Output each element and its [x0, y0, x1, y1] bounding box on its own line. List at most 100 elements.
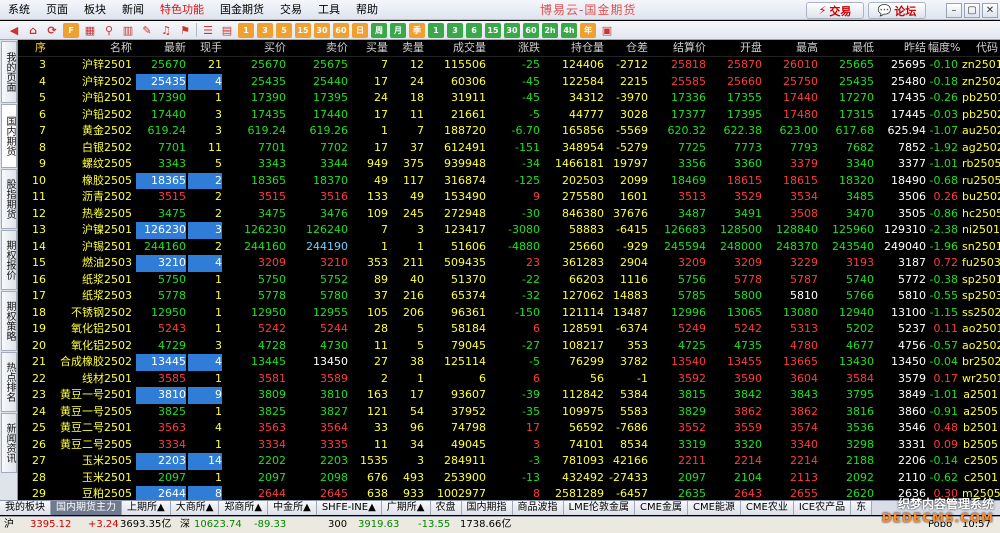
table-row[interactable]: 11 沥青2502 3515 2 3515 3516 133 49 153490 9 275580 1… — [18, 189, 1000, 206]
menu-trade[interactable]: 交易 — [272, 0, 310, 20]
column-header-code[interactable]: 代码 — [962, 40, 998, 57]
column-header-pct[interactable]: 幅度% — [928, 40, 960, 57]
menu-help[interactable]: 帮助 — [348, 0, 386, 20]
period-day-button[interactable]: 日 — [352, 22, 368, 38]
column-header-seq[interactable]: 序 — [22, 40, 46, 57]
column-header-last[interactable]: 最新 — [136, 40, 186, 57]
table-row[interactable]: 29 豆粕2505 2644 8 2644 2645 638 933 1002977 8 25812… — [18, 486, 1000, 500]
table-row[interactable]: 19 氧化铝2501 5243 1 5242 5244 28 5 58184 6 128591 -63… — [18, 321, 1000, 338]
minute-chart-icon[interactable]: ▤ — [219, 23, 235, 38]
table-row[interactable]: 13 沪镍2501 126230 3 126230 126240 7 3 123417 -3080… — [18, 222, 1000, 239]
period-30s-button[interactable]: 30 — [504, 22, 520, 38]
table-row[interactable]: 12 热卷2505 3475 2 3475 3476 109 245 272948 -30 8463… — [18, 206, 1000, 223]
period-4h-button[interactable]: 4h — [561, 22, 577, 38]
period-15s-button[interactable]: 15 — [485, 22, 501, 38]
column-header-cur[interactable]: 现手 — [188, 40, 222, 57]
f10-icon[interactable]: F — [63, 22, 79, 38]
bars-icon[interactable]: ▥ — [120, 23, 136, 38]
table-row[interactable]: 14 沪锡2501 244160 2 244160 244190 1 1 51606 -4880 2… — [18, 239, 1000, 256]
minimize-button[interactable]: – — [946, 3, 962, 18]
column-header-ask[interactable]: 卖价 — [290, 40, 348, 57]
tab-index-futures[interactable]: 股指期货 — [1, 169, 17, 229]
period-2h-button[interactable]: 2h — [542, 22, 558, 38]
period-3m-button[interactable]: 3 — [257, 22, 273, 38]
period-30m-button[interactable]: 30 — [314, 22, 330, 38]
table-row[interactable]: 10 橡胶2505 18365 2 18365 18370 49 117 316874 -125 2… — [18, 172, 1000, 189]
period-year-button[interactable]: 年 — [580, 22, 596, 38]
table-row[interactable]: 4 沪锌2502 25435 4 25435 25440 17 24 60306 -45 12258… — [18, 73, 1000, 90]
calculator-icon[interactable]: ▣ — [599, 23, 615, 38]
menu-features[interactable]: 特色功能 — [152, 0, 212, 20]
table-row[interactable]: 15 燃油2503 3210 4 3209 3210 353 211 509435 23 36128… — [18, 255, 1000, 272]
period-quarter-button[interactable]: 季 — [409, 22, 425, 38]
menu-sector[interactable]: 板块 — [76, 0, 114, 20]
bottom-tab-11[interactable]: LME伦敦金属 — [563, 501, 636, 515]
bottom-tab-12[interactable]: CME金属 — [635, 501, 688, 515]
bottom-tab-14[interactable]: CME农业 — [740, 501, 794, 515]
table-row[interactable]: 21 合成橡胶2502 13445 4 13445 13450 27 38 125114 -5 76… — [18, 354, 1000, 371]
tab-option-strategy[interactable]: 期权策略 — [1, 291, 17, 351]
bottom-tab-3[interactable]: 大商所▲ — [170, 501, 220, 515]
tab-news[interactable]: 新闻资讯 — [1, 413, 17, 473]
period-6s-button[interactable]: 6 — [466, 22, 482, 38]
bottom-tab-0[interactable]: 我的板块 — [0, 501, 51, 515]
tab-my-pages[interactable]: 我的页面 — [1, 41, 17, 103]
menu-system[interactable]: 系统 — [0, 0, 38, 20]
menu-tools[interactable]: 工具 — [310, 0, 348, 20]
table-row[interactable]: 6 沪铅2502 17440 3 17435 17440 17 11 21661 -5 44777 3… — [18, 107, 1000, 124]
menu-page[interactable]: 页面 — [38, 0, 76, 20]
table-row[interactable]: 5 沪铅2501 17390 1 17390 17395 24 18 31911 -45 34312… — [18, 90, 1000, 107]
bottom-tab-6[interactable]: SHFE-INE▲ — [316, 501, 382, 515]
menu-broker[interactable]: 国金期货 — [212, 0, 272, 20]
table-row[interactable]: 8 白银2502 7701 11 7701 7702 17 37 612491 -151 34895… — [18, 140, 1000, 157]
bottom-tab-2[interactable]: 上期所▲ — [122, 501, 171, 515]
table-row[interactable]: 25 黄豆二号2501 3563 4 3563 3564 33 96 74798 17 56592-… — [18, 420, 1000, 437]
column-header-open[interactable]: 开盘 — [708, 40, 762, 57]
table-row[interactable]: 27 玉米2505 2203 14 2202 2203 1535 3 284911 -3 78109… — [18, 453, 1000, 470]
table-row[interactable]: 22 线材2501 3585 1 3581 3589 2 1 6 6 56 -1 3592 3590 360… — [18, 371, 1000, 388]
back-icon[interactable]: ◀ — [6, 23, 22, 38]
period-1m-button[interactable]: 1 — [238, 22, 254, 38]
period-60s-button[interactable]: 60 — [523, 22, 539, 38]
maximize-button[interactable]: ▢ — [964, 3, 980, 18]
bottom-tab-7[interactable]: 广期所▲ — [381, 501, 431, 515]
quote-list-icon[interactable]: ☰ — [200, 23, 216, 38]
bottom-tab-9[interactable]: 国内期指 — [461, 501, 513, 515]
table-row[interactable]: 23 黄豆一号2501 3810 9 3809 3810 163 17 93607 -39 1128… — [18, 387, 1000, 404]
column-header-bidv[interactable]: 买量 — [352, 40, 388, 57]
period-60m-button[interactable]: 60 — [333, 22, 349, 38]
column-header-pre[interactable]: 昨结 — [868, 40, 926, 57]
period-15m-button[interactable]: 15 — [295, 22, 311, 38]
period-week-button[interactable]: 周 — [371, 22, 387, 38]
bottom-tab-16[interactable]: 东 — [851, 501, 873, 515]
table-row[interactable]: 3 沪锌2501 25670 21 25670 25675 7 12 115506 -25 1244… — [18, 57, 1000, 74]
bottom-tab-8[interactable]: 农盘 — [430, 501, 462, 515]
close-button[interactable]: ✕ — [982, 3, 998, 18]
refresh-icon[interactable]: ⟳ — [44, 23, 60, 38]
column-header-vol[interactable]: 成交量 — [426, 40, 486, 57]
bell-icon[interactable]: ♫ — [158, 23, 174, 38]
tab-option-quotes[interactable]: 期权报价 — [1, 230, 17, 290]
table-row[interactable]: 7 黄金2502 619.24 3 619.24 619.26 1 7 188720 -6.70 1… — [18, 123, 1000, 140]
table-row[interactable]: 24 黄豆一号2505 3825 1 3825 3827 121 54 37952 -35 1099… — [18, 404, 1000, 421]
column-header-bid[interactable]: 买价 — [228, 40, 286, 57]
home-icon[interactable]: ⌂ — [25, 23, 41, 38]
table-row[interactable]: 18 不锈钢2502 12950 1 12950 12955 105 206 96361 -150… — [18, 305, 1000, 322]
column-header-askv[interactable]: 卖量 — [390, 40, 424, 57]
table-row[interactable]: 28 玉米2501 2097 1 2097 2098 676 493 253900 -13 4324… — [18, 470, 1000, 487]
bottom-tab-15[interactable]: ICE农产品 — [793, 501, 852, 515]
bottom-tab-1[interactable]: 国内期货主力 — [51, 501, 122, 515]
period-month-button[interactable]: 月 — [390, 22, 406, 38]
bottom-tab-13[interactable]: CME能源 — [687, 501, 741, 515]
column-header-name[interactable]: 名称 — [48, 40, 132, 57]
table-row[interactable]: 26 黄豆二号2505 3334 1 3334 3335 11 34 49045 3 74101 85… — [18, 437, 1000, 454]
column-header-settle[interactable]: 结算价 — [650, 40, 706, 57]
pen-icon[interactable]: ✎ — [139, 23, 155, 38]
period-5m-button[interactable]: 5 — [276, 22, 292, 38]
column-header-chg[interactable]: 涨跌 — [488, 40, 540, 57]
zoom-icon[interactable]: ⚲ — [101, 23, 117, 38]
tab-domestic-futures[interactable]: 国内期货 — [1, 104, 17, 168]
bottom-tab-10[interactable]: 商品波指 — [512, 501, 564, 515]
column-header-oi[interactable]: 持仓量 — [542, 40, 604, 57]
tab-hot-ranking[interactable]: 热点排名 — [1, 352, 17, 412]
